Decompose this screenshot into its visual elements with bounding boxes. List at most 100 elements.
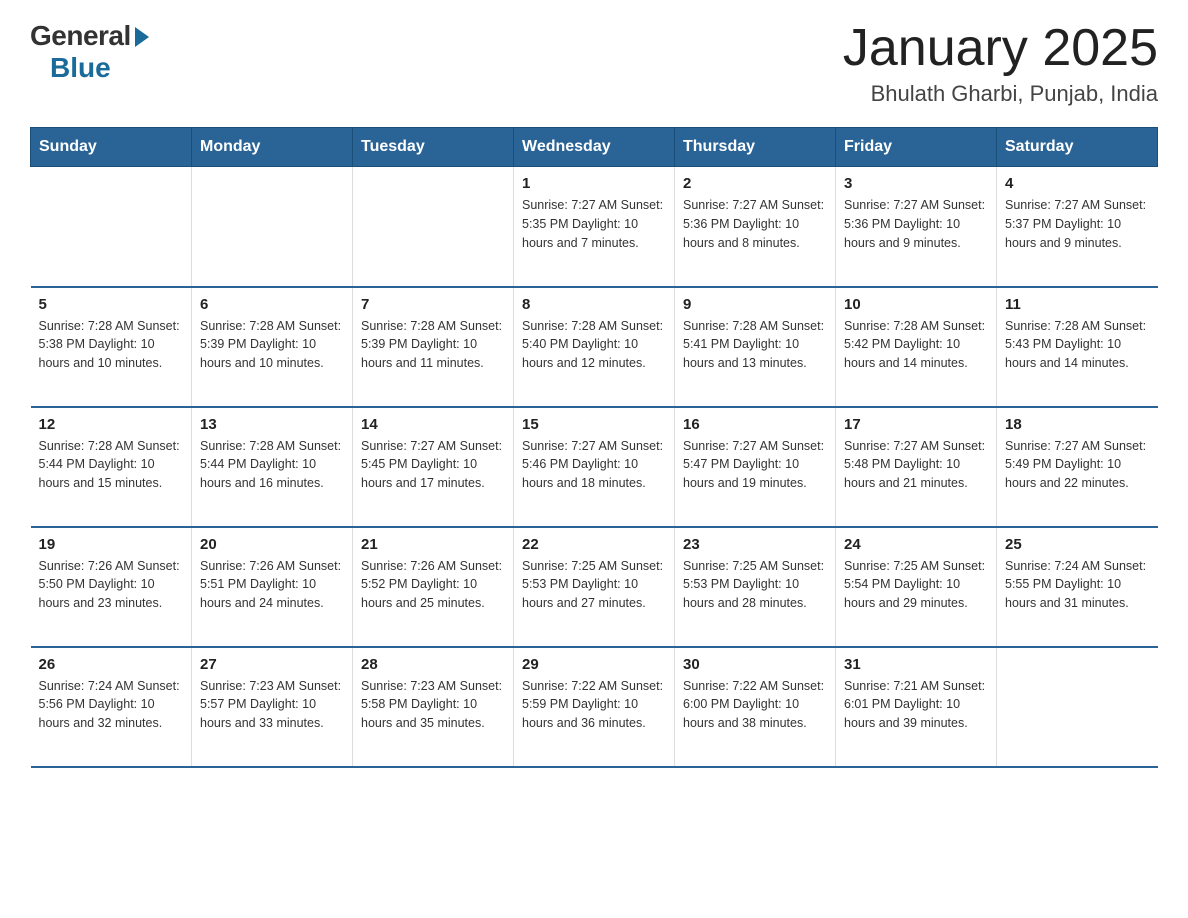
- calendar-header-friday: Friday: [836, 128, 997, 167]
- calendar-cell: 29 Sunrise: 7:22 AM Sunset: 5:59 PM Dayli…: [514, 647, 675, 767]
- calendar-header-wednesday: Wednesday: [514, 128, 675, 167]
- calendar-cell: [31, 167, 192, 287]
- calendar-cell: 3Sunrise: 7:27 AM Sunset: 5:36 PM Daylig…: [836, 167, 997, 287]
- day-number: 13: [200, 416, 344, 433]
- day-number: 26: [39, 656, 184, 673]
- day-info: Sunrise: 7:23 AM Sunset: 5:58 PM Dayligh…: [361, 677, 505, 733]
- day-number: 12: [39, 416, 184, 433]
- page-header: General Blue January 2025 Bhulath Gharbi…: [30, 20, 1158, 107]
- day-number: 11: [1005, 296, 1150, 313]
- calendar-cell: 5 Sunrise: 7:28 AM Sunset: 5:38 PM Daylig…: [31, 287, 192, 407]
- day-info: Sunrise: 7:27 AM Sunset: 5:47 PM Dayligh…: [683, 437, 827, 493]
- calendar-cell: 24 Sunrise: 7:25 AM Sunset: 5:54 PM Dayli…: [836, 527, 997, 647]
- day-number: 27: [200, 656, 344, 673]
- day-info: Sunrise: 7:25 AM Sunset: 5:53 PM Dayligh…: [683, 557, 827, 613]
- day-info: Sunrise: 7:27 AM Sunset: 5:36 PM Dayligh…: [683, 196, 827, 252]
- calendar-cell: 4 Sunrise: 7:27 AM Sunset: 5:37 PM Daylig…: [997, 167, 1158, 287]
- day-info: Sunrise: 7:23 AM Sunset: 5:57 PM Dayligh…: [200, 677, 344, 733]
- calendar-header-monday: Monday: [192, 128, 353, 167]
- day-info: Sunrise: 7:26 AM Sunset: 5:50 PM Dayligh…: [39, 557, 184, 613]
- day-number: 18: [1005, 416, 1150, 433]
- calendar-cell: 20 Sunrise: 7:26 AM Sunset: 5:51 PM Dayli…: [192, 527, 353, 647]
- day-number: 15: [522, 416, 666, 433]
- calendar-week-row: 26 Sunrise: 7:24 AM Sunset: 5:56 PM Dayli…: [31, 647, 1158, 767]
- day-info: Sunrise: 7:28 AM Sunset: 5:44 PM Dayligh…: [200, 437, 344, 493]
- logo-general-text: General: [30, 20, 131, 52]
- day-number: 4: [1005, 175, 1150, 192]
- day-info: Sunrise: 7:27 AM Sunset: 5:45 PM Dayligh…: [361, 437, 505, 493]
- day-info: Sunrise: 7:28 AM Sunset: 5:38 PM Dayligh…: [39, 317, 184, 373]
- day-number: 7: [361, 296, 505, 313]
- logo-triangle-icon: [135, 27, 149, 47]
- day-info: Sunrise: 7:28 AM Sunset: 5:39 PM Dayligh…: [361, 317, 505, 373]
- day-info: Sunrise: 7:27 AM Sunset: 5:37 PM Dayligh…: [1005, 196, 1150, 252]
- calendar-cell: 21Sunrise: 7:26 AM Sunset: 5:52 PM Dayli…: [353, 527, 514, 647]
- day-number: 22: [522, 536, 666, 553]
- day-number: 29: [522, 656, 666, 673]
- day-number: 10: [844, 296, 988, 313]
- calendar-cell: 27 Sunrise: 7:23 AM Sunset: 5:57 PM Dayli…: [192, 647, 353, 767]
- day-number: 20: [200, 536, 344, 553]
- calendar-header-sunday: Sunday: [31, 128, 192, 167]
- calendar-cell: 30 Sunrise: 7:22 AM Sunset: 6:00 PM Dayli…: [675, 647, 836, 767]
- calendar-cell: 7 Sunrise: 7:28 AM Sunset: 5:39 PM Daylig…: [353, 287, 514, 407]
- day-info: Sunrise: 7:27 AM Sunset: 5:48 PM Dayligh…: [844, 437, 988, 493]
- day-info: Sunrise: 7:25 AM Sunset: 5:54 PM Dayligh…: [844, 557, 988, 613]
- day-number: 19: [39, 536, 184, 553]
- day-info: Sunrise: 7:28 AM Sunset: 5:42 PM Dayligh…: [844, 317, 988, 373]
- calendar-cell: 19 Sunrise: 7:26 AM Sunset: 5:50 PM Dayli…: [31, 527, 192, 647]
- calendar-cell: 28Sunrise: 7:23 AM Sunset: 5:58 PM Dayli…: [353, 647, 514, 767]
- calendar-week-row: 12 Sunrise: 7:28 AM Sunset: 5:44 PM Dayli…: [31, 407, 1158, 527]
- day-info: Sunrise: 7:28 AM Sunset: 5:41 PM Dayligh…: [683, 317, 827, 373]
- calendar-cell: 10 Sunrise: 7:28 AM Sunset: 5:42 PM Dayli…: [836, 287, 997, 407]
- day-number: 8: [522, 296, 666, 313]
- calendar-cell: 6Sunrise: 7:28 AM Sunset: 5:39 PM Daylig…: [192, 287, 353, 407]
- day-number: 14: [361, 416, 505, 433]
- day-info: Sunrise: 7:28 AM Sunset: 5:44 PM Dayligh…: [39, 437, 184, 493]
- day-info: Sunrise: 7:27 AM Sunset: 5:49 PM Dayligh…: [1005, 437, 1150, 493]
- day-number: 2: [683, 175, 827, 192]
- calendar-cell: 13 Sunrise: 7:28 AM Sunset: 5:44 PM Dayli…: [192, 407, 353, 527]
- day-info: Sunrise: 7:27 AM Sunset: 5:36 PM Dayligh…: [844, 196, 988, 252]
- calendar-cell: 16Sunrise: 7:27 AM Sunset: 5:47 PM Dayli…: [675, 407, 836, 527]
- day-number: 9: [683, 296, 827, 313]
- day-number: 23: [683, 536, 827, 553]
- location-title: Bhulath Gharbi, Punjab, India: [843, 81, 1158, 107]
- day-number: 6: [200, 296, 344, 313]
- day-info: Sunrise: 7:26 AM Sunset: 5:52 PM Dayligh…: [361, 557, 505, 613]
- day-number: 17: [844, 416, 988, 433]
- day-number: 24: [844, 536, 988, 553]
- calendar-cell: 12 Sunrise: 7:28 AM Sunset: 5:44 PM Dayli…: [31, 407, 192, 527]
- day-info: Sunrise: 7:24 AM Sunset: 5:56 PM Dayligh…: [39, 677, 184, 733]
- calendar-cell: 18 Sunrise: 7:27 AM Sunset: 5:49 PM Dayli…: [997, 407, 1158, 527]
- calendar-cell: 26 Sunrise: 7:24 AM Sunset: 5:56 PM Dayli…: [31, 647, 192, 767]
- logo: General Blue: [30, 20, 149, 84]
- calendar-cell: 9 Sunrise: 7:28 AM Sunset: 5:41 PM Daylig…: [675, 287, 836, 407]
- day-number: 5: [39, 296, 184, 313]
- day-info: Sunrise: 7:28 AM Sunset: 5:43 PM Dayligh…: [1005, 317, 1150, 373]
- calendar-cell: 8 Sunrise: 7:28 AM Sunset: 5:40 PM Daylig…: [514, 287, 675, 407]
- calendar-cell: 17 Sunrise: 7:27 AM Sunset: 5:48 PM Dayli…: [836, 407, 997, 527]
- calendar-week-row: 1 Sunrise: 7:27 AM Sunset: 5:35 PM Daylig…: [31, 167, 1158, 287]
- calendar-cell: 2 Sunrise: 7:27 AM Sunset: 5:36 PM Daylig…: [675, 167, 836, 287]
- calendar-week-row: 5 Sunrise: 7:28 AM Sunset: 5:38 PM Daylig…: [31, 287, 1158, 407]
- day-info: Sunrise: 7:27 AM Sunset: 5:35 PM Dayligh…: [522, 196, 666, 252]
- day-info: Sunrise: 7:26 AM Sunset: 5:51 PM Dayligh…: [200, 557, 344, 613]
- calendar-cell: 23 Sunrise: 7:25 AM Sunset: 5:53 PM Dayli…: [675, 527, 836, 647]
- calendar-cell: [353, 167, 514, 287]
- day-info: Sunrise: 7:21 AM Sunset: 6:01 PM Dayligh…: [844, 677, 988, 733]
- day-number: 1: [522, 175, 666, 192]
- day-info: Sunrise: 7:28 AM Sunset: 5:40 PM Dayligh…: [522, 317, 666, 373]
- day-info: Sunrise: 7:22 AM Sunset: 6:00 PM Dayligh…: [683, 677, 827, 733]
- calendar-cell: 31Sunrise: 7:21 AM Sunset: 6:01 PM Dayli…: [836, 647, 997, 767]
- title-block: January 2025 Bhulath Gharbi, Punjab, Ind…: [843, 20, 1158, 107]
- calendar-cell: 15Sunrise: 7:27 AM Sunset: 5:46 PM Dayli…: [514, 407, 675, 527]
- day-info: Sunrise: 7:22 AM Sunset: 5:59 PM Dayligh…: [522, 677, 666, 733]
- calendar-cell: 1 Sunrise: 7:27 AM Sunset: 5:35 PM Daylig…: [514, 167, 675, 287]
- calendar-table: SundayMondayTuesdayWednesdayThursdayFrid…: [30, 127, 1158, 768]
- calendar-cell: 11 Sunrise: 7:28 AM Sunset: 5:43 PM Dayli…: [997, 287, 1158, 407]
- logo-blue-text: Blue: [50, 52, 111, 84]
- day-number: 30: [683, 656, 827, 673]
- calendar-week-row: 19 Sunrise: 7:26 AM Sunset: 5:50 PM Dayli…: [31, 527, 1158, 647]
- calendar-header-saturday: Saturday: [997, 128, 1158, 167]
